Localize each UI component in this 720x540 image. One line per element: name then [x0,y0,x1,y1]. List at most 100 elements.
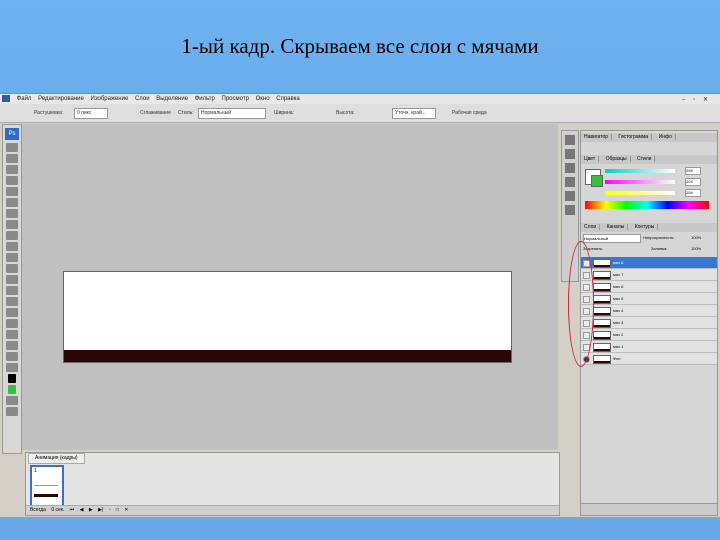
dodge-tool-icon[interactable] [6,286,18,295]
layer-row[interactable]: мяч 8 [581,257,717,269]
layer-thumbnail [593,307,611,316]
layer-name: мяч 8 [613,260,624,265]
delete-frame-icon[interactable]: ✕ [124,507,128,513]
shape-tool-icon[interactable] [6,330,18,339]
layers-footer [581,503,717,515]
eyedropper-icon[interactable] [6,198,18,207]
move-tool-icon[interactable] [6,143,18,152]
hand-tool-icon[interactable] [6,352,18,361]
actions-panel-icon[interactable] [565,149,575,159]
tab-swatches[interactable]: Образцы [602,156,631,162]
history-panel-icon[interactable] [565,135,575,145]
pen-tool-icon[interactable] [6,297,18,306]
workspace-button[interactable]: Рабочая среда [452,110,487,116]
layer-row[interactable]: мяч 4 [581,305,717,317]
marquee-tool-icon[interactable] [6,154,18,163]
prev-frame-icon[interactable]: ◀ [80,507,84,513]
fill-value[interactable]: 100% [691,246,701,251]
menu-image[interactable]: Изображение [91,96,129,102]
tab-histogram[interactable]: Гистограмма [615,134,653,140]
menu-edit[interactable]: Редактирование [38,96,84,102]
menu-select[interactable]: Выделение [156,96,188,102]
healing-brush-icon[interactable] [6,209,18,218]
antialias-checkbox[interactable]: Сглаживание [140,110,171,116]
brushes-panel-icon[interactable] [565,163,575,173]
tab-layers[interactable]: Слои [581,224,601,230]
blue-slider[interactable] [605,191,675,195]
play-icon[interactable]: ▶ [89,507,93,513]
history-brush-icon[interactable] [6,242,18,251]
tab-styles[interactable]: Стили [634,156,656,162]
style-select[interactable]: Нормальный [198,108,266,119]
tab-info[interactable]: Инфо [655,134,676,140]
first-frame-icon[interactable]: ⏮ [70,507,75,513]
blue-value[interactable]: 204 [685,189,701,197]
crop-tool-icon[interactable] [6,187,18,196]
zoom-tool-icon[interactable] [6,363,18,372]
type-tool-icon[interactable] [6,308,18,317]
character-panel-icon[interactable] [565,191,575,201]
tween-icon[interactable]: ◦ [109,507,111,513]
magic-wand-icon[interactable] [6,176,18,185]
width-label: Ширина: [274,110,294,116]
menu-filter[interactable]: Фильтр [195,96,215,102]
duplicate-frame-icon[interactable]: □ [116,507,119,513]
layer-row[interactable]: мяч 1 [581,341,717,353]
animation-tab[interactable]: Анимация (кадры) [28,453,85,464]
bg-color-preview[interactable] [591,175,603,187]
menu-view[interactable]: Просмотр [222,96,249,102]
layer-name: мяч 5 [613,296,624,301]
background-color-swatch[interactable] [8,385,16,394]
feather-input[interactable]: 0 пикс [74,108,108,119]
color-tabs: Цвет Образцы Стили [581,155,717,164]
lasso-tool-icon[interactable] [6,165,18,174]
foreground-color-swatch[interactable] [8,374,16,383]
clone-source-icon[interactable] [565,177,575,187]
next-frame-icon[interactable]: ▶| [98,507,103,513]
menu-file[interactable]: Файл [17,96,32,102]
canvas-dark-strip [64,350,511,362]
red-slider[interactable] [605,169,675,173]
clone-stamp-icon[interactable] [6,231,18,240]
layer-row[interactable]: мяч 7 [581,269,717,281]
layer-thumbnail [593,331,611,340]
tab-navigator[interactable]: Навигатор [581,134,613,140]
document-canvas[interactable] [63,271,512,363]
tab-color[interactable]: Цвет [581,156,600,162]
options-bar: Растушевка: 0 пикс Сглаживание Стиль: Но… [0,104,720,123]
layer-name: мяч 1 [613,344,624,349]
path-select-icon[interactable] [6,319,18,328]
opacity-value[interactable]: 100% [691,235,701,240]
tab-paths[interactable]: Контуры [631,224,659,230]
layer-row[interactable]: мяч 3 [581,317,717,329]
frame-number: 1 [34,468,37,474]
loop-select[interactable]: Всегда [30,507,46,513]
blur-tool-icon[interactable] [6,275,18,284]
screen-mode-icon[interactable] [6,407,18,416]
color-spectrum[interactable] [585,201,709,209]
toolbox: Ps [2,124,22,454]
paragraph-panel-icon[interactable] [565,205,575,215]
gradient-icon[interactable] [6,264,18,273]
green-slider[interactable] [605,180,675,184]
layer-name: мяч 2 [613,332,624,337]
blend-mode-select[interactable]: Нормальный [583,234,641,243]
layer-row[interactable]: Фон [581,353,717,365]
frame-delay[interactable]: 0 сек. [51,507,64,513]
red-value[interactable]: 255 [685,167,701,175]
menu-layers[interactable]: Слои [135,96,150,102]
tab-channels[interactable]: Каналы [603,224,629,230]
green-value[interactable]: 204 [685,178,701,186]
menu-window[interactable]: Окно [256,96,270,102]
menu-help[interactable]: Справка [276,96,300,102]
brush-tool-icon[interactable] [6,220,18,229]
layer-row[interactable]: мяч 2 [581,329,717,341]
eraser-icon[interactable] [6,253,18,262]
3d-rotate-icon[interactable] [6,341,18,350]
layer-row[interactable]: мяч 5 [581,293,717,305]
animation-frame[interactable]: 1 [30,465,64,507]
quick-mask-icon[interactable] [6,396,18,405]
refine-edge-button[interactable]: Уточн. край... [392,108,436,119]
layer-row[interactable]: мяч 6 [581,281,717,293]
layer-name: мяч 3 [613,320,624,325]
